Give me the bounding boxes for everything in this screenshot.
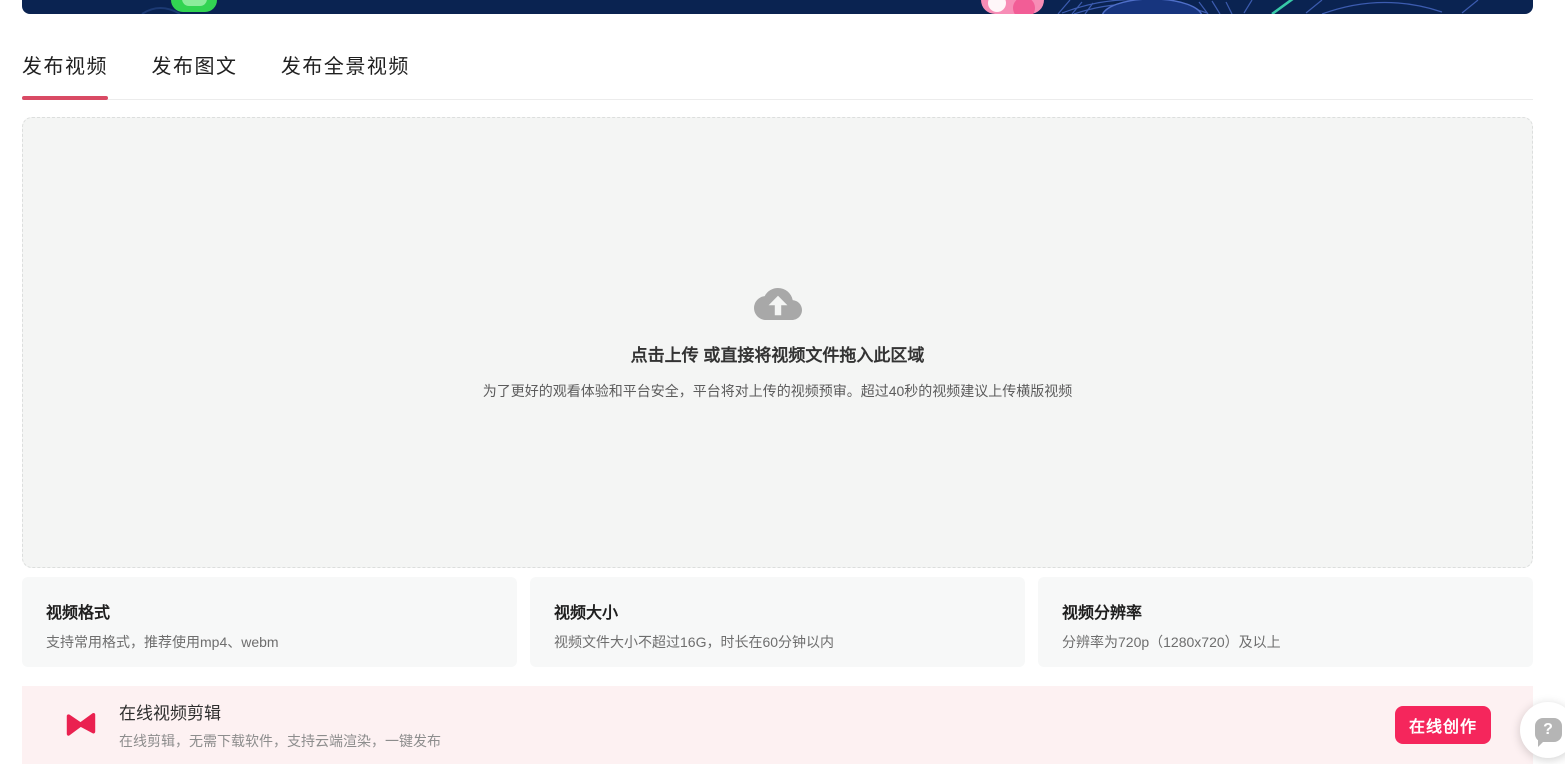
info-card-title: 视频大小 [554,599,1001,623]
info-card-title: 视频格式 [46,599,493,623]
banner-decoration-art [22,0,1533,14]
upload-requirements: 视频格式 支持常用格式，推荐使用mp4、webm 视频大小 视频文件大小不超过1… [22,577,1533,667]
tab-publish-image-text[interactable]: 发布图文 [151,42,237,99]
capcut-scissors-icon [65,710,97,740]
info-card-video-size: 视频大小 视频文件大小不超过16G，时长在60分钟以内 [530,577,1025,667]
pink-app-icon [981,0,1044,14]
online-editor-title: 在线视频剪辑 [119,699,441,724]
online-editor-banner: 在线视频剪辑 在线剪辑，无需下载软件，支持云端渲染，一键发布 在线创作 [22,686,1533,764]
question-bubble-icon: ? [1535,718,1562,742]
tab-publish-panorama-video[interactable]: 发布全景视频 [281,42,410,99]
tab-publish-video[interactable]: 发布视频 [22,42,108,99]
online-editor-text: 在线视频剪辑 在线剪辑，无需下载软件，支持云端渲染，一键发布 [119,699,441,751]
info-card-video-format: 视频格式 支持常用格式，推荐使用mp4、webm [22,577,517,667]
top-promo-banner[interactable] [22,0,1533,14]
publish-tabbar: 发布视频 发布图文 发布全景视频 [22,42,1533,100]
online-create-button[interactable]: 在线创作 [1395,706,1491,744]
upload-subtitle: 为了更好的观看体验和平台安全，平台将对上传的视频预审。超过40秒的视频建议上传横… [483,381,1073,401]
info-card-desc: 支持常用格式，推荐使用mp4、webm [46,632,493,652]
online-editor-desc: 在线剪辑，无需下载软件，支持云端渲染，一键发布 [119,731,441,751]
info-card-title: 视频分辨率 [1062,599,1509,623]
upload-title: 点击上传 或直接将视频文件拖入此区域 [631,341,925,366]
info-card-desc: 视频文件大小不超过16G，时长在60分钟以内 [554,632,1001,652]
teal-line [1272,0,1294,14]
upload-dropzone[interactable]: 点击上传 或直接将视频文件拖入此区域 为了更好的观看体验和平台安全，平台将对上传… [22,117,1533,568]
cloud-upload-icon [754,285,802,325]
info-card-video-resolution: 视频分辨率 分辨率为720p（1280x720）及以上 [1038,577,1533,667]
info-card-desc: 分辨率为720p（1280x720）及以上 [1062,632,1509,652]
blue-sphere [1102,0,1202,14]
